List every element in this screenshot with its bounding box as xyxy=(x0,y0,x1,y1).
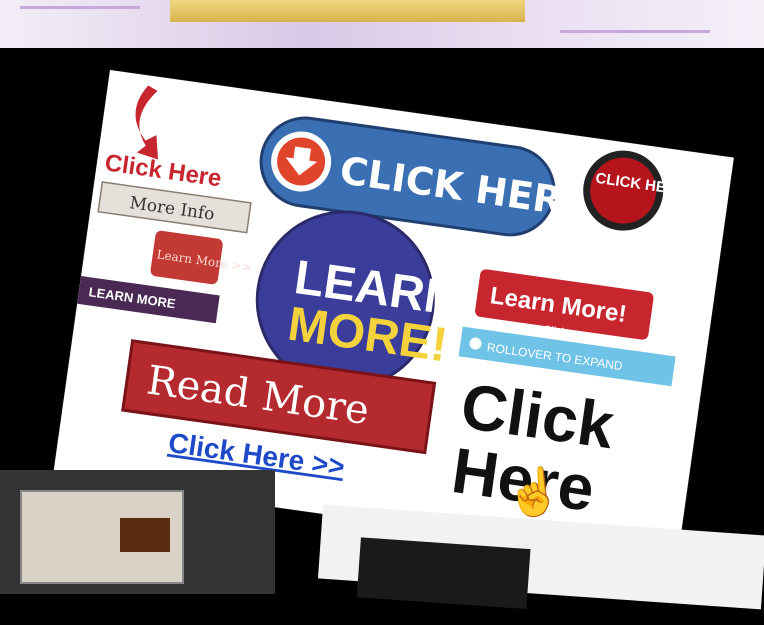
top-banner-strip xyxy=(0,0,764,48)
learn-more-red-sub: Click xyxy=(542,324,568,339)
circuit-line xyxy=(560,30,710,33)
video-thumb xyxy=(120,518,170,552)
website-screenshot-thumbnail xyxy=(0,470,275,594)
curved-arrow-icon xyxy=(135,85,159,160)
pointer-hand-icon: ☝ xyxy=(502,463,565,521)
banner-gold-panel xyxy=(170,0,525,22)
circuit-line xyxy=(20,6,140,9)
monitor-shape xyxy=(356,537,531,610)
